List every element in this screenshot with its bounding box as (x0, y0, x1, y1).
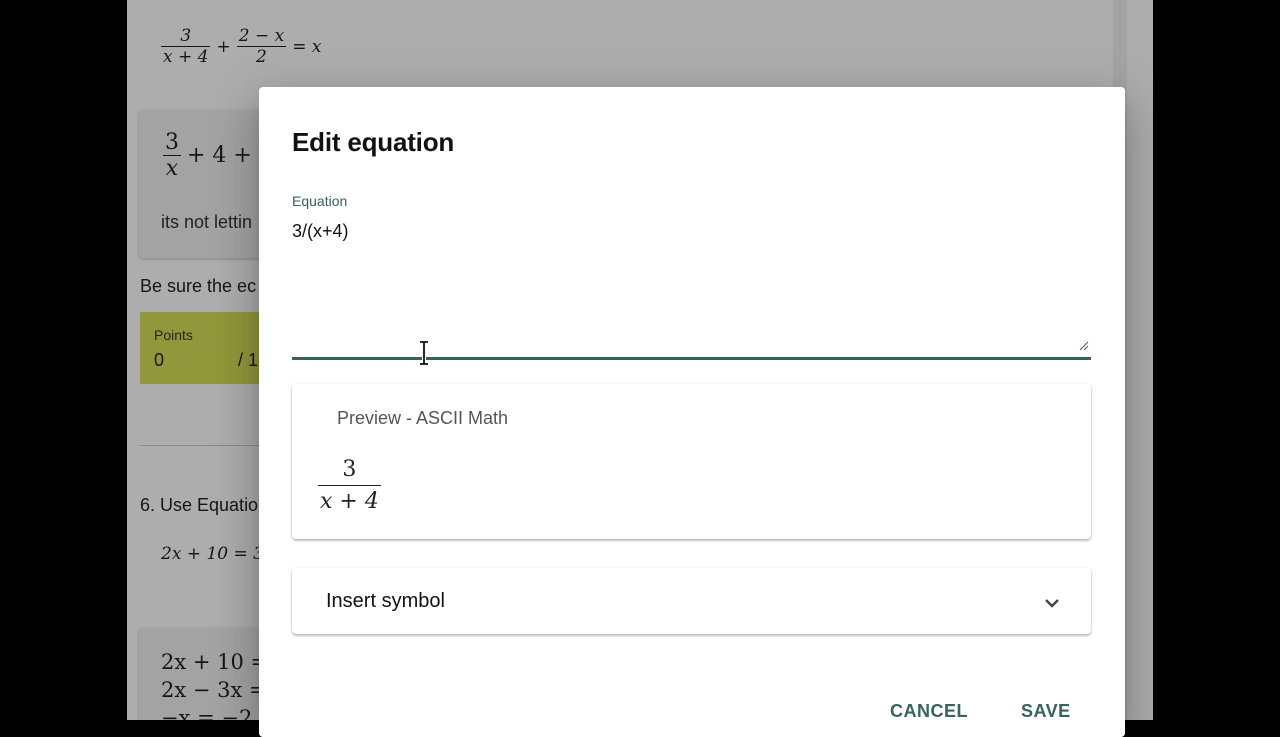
equation-textarea[interactable]: 3/(x+4) (292, 221, 349, 242)
insert-symbol-panel[interactable]: Insert symbol (292, 568, 1091, 634)
save-button[interactable]: SAVE (1021, 701, 1071, 722)
letterbox-right (1153, 0, 1280, 720)
preview-title: Preview - ASCII Math (337, 408, 509, 428)
chevron-down-icon[interactable] (1043, 594, 1061, 612)
equation-label: Equation (292, 193, 348, 209)
fraction-numerator: 3 (342, 457, 357, 482)
resize-handle-icon[interactable] (1079, 341, 1089, 351)
preview-math: 3 x + 4 (318, 457, 381, 514)
preview-card: Preview - ASCII Math 3 x + 4 (292, 384, 1091, 539)
fraction-denominator: x + 4 (320, 489, 379, 514)
cancel-button[interactable]: CANCEL (890, 701, 968, 722)
insert-symbol-label: Insert symbol (326, 590, 445, 612)
text-cursor-icon (420, 340, 428, 366)
equation-field[interactable]: Equation 3/(x+4) (292, 191, 1091, 361)
letterbox-left (0, 0, 127, 720)
equation-field-underline (292, 357, 1091, 360)
dialog-title: Edit equation (292, 127, 455, 157)
edit-equation-dialog: Edit equation Equation 3/(x+4) Preview -… (259, 87, 1125, 737)
